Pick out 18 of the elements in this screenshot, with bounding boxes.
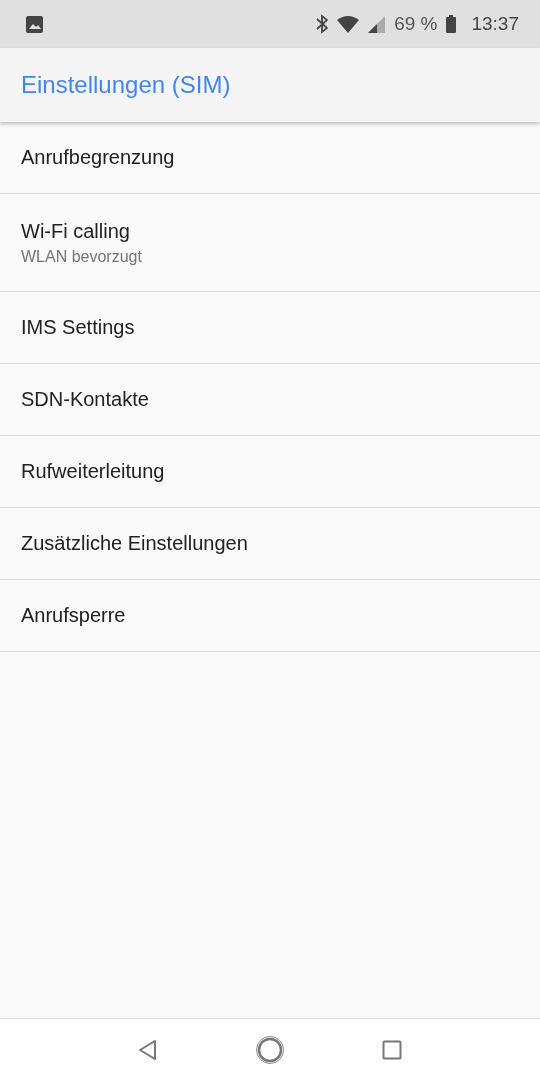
screen-title: Einstellungen (SIM) xyxy=(21,71,231,99)
battery-icon xyxy=(446,15,457,33)
settings-item[interactable]: Rufweiterleitung xyxy=(0,436,540,508)
settings-item[interactable]: Anrufsperre xyxy=(0,580,540,652)
back-button[interactable] xyxy=(138,1038,159,1061)
home-button[interactable] xyxy=(255,1034,285,1065)
settings-item[interactable]: IMS Settings xyxy=(0,292,540,364)
wifi-icon xyxy=(337,15,360,33)
clock-time: 13:37 xyxy=(471,13,519,35)
recents-button[interactable] xyxy=(381,1039,402,1060)
settings-item[interactable]: SDN-Kontakte xyxy=(0,364,540,436)
image-icon xyxy=(26,15,43,33)
settings-item[interactable]: Wi-Fi calling WLAN bevorzugt xyxy=(0,194,540,292)
settings-item[interactable]: Anrufbegrenzung xyxy=(0,122,540,194)
settings-item[interactable]: Zusätzliche Einstellungen xyxy=(0,508,540,580)
battery-percentage: 69 % xyxy=(394,13,438,35)
signal-icon xyxy=(368,15,386,33)
bluetooth-icon xyxy=(316,14,329,34)
